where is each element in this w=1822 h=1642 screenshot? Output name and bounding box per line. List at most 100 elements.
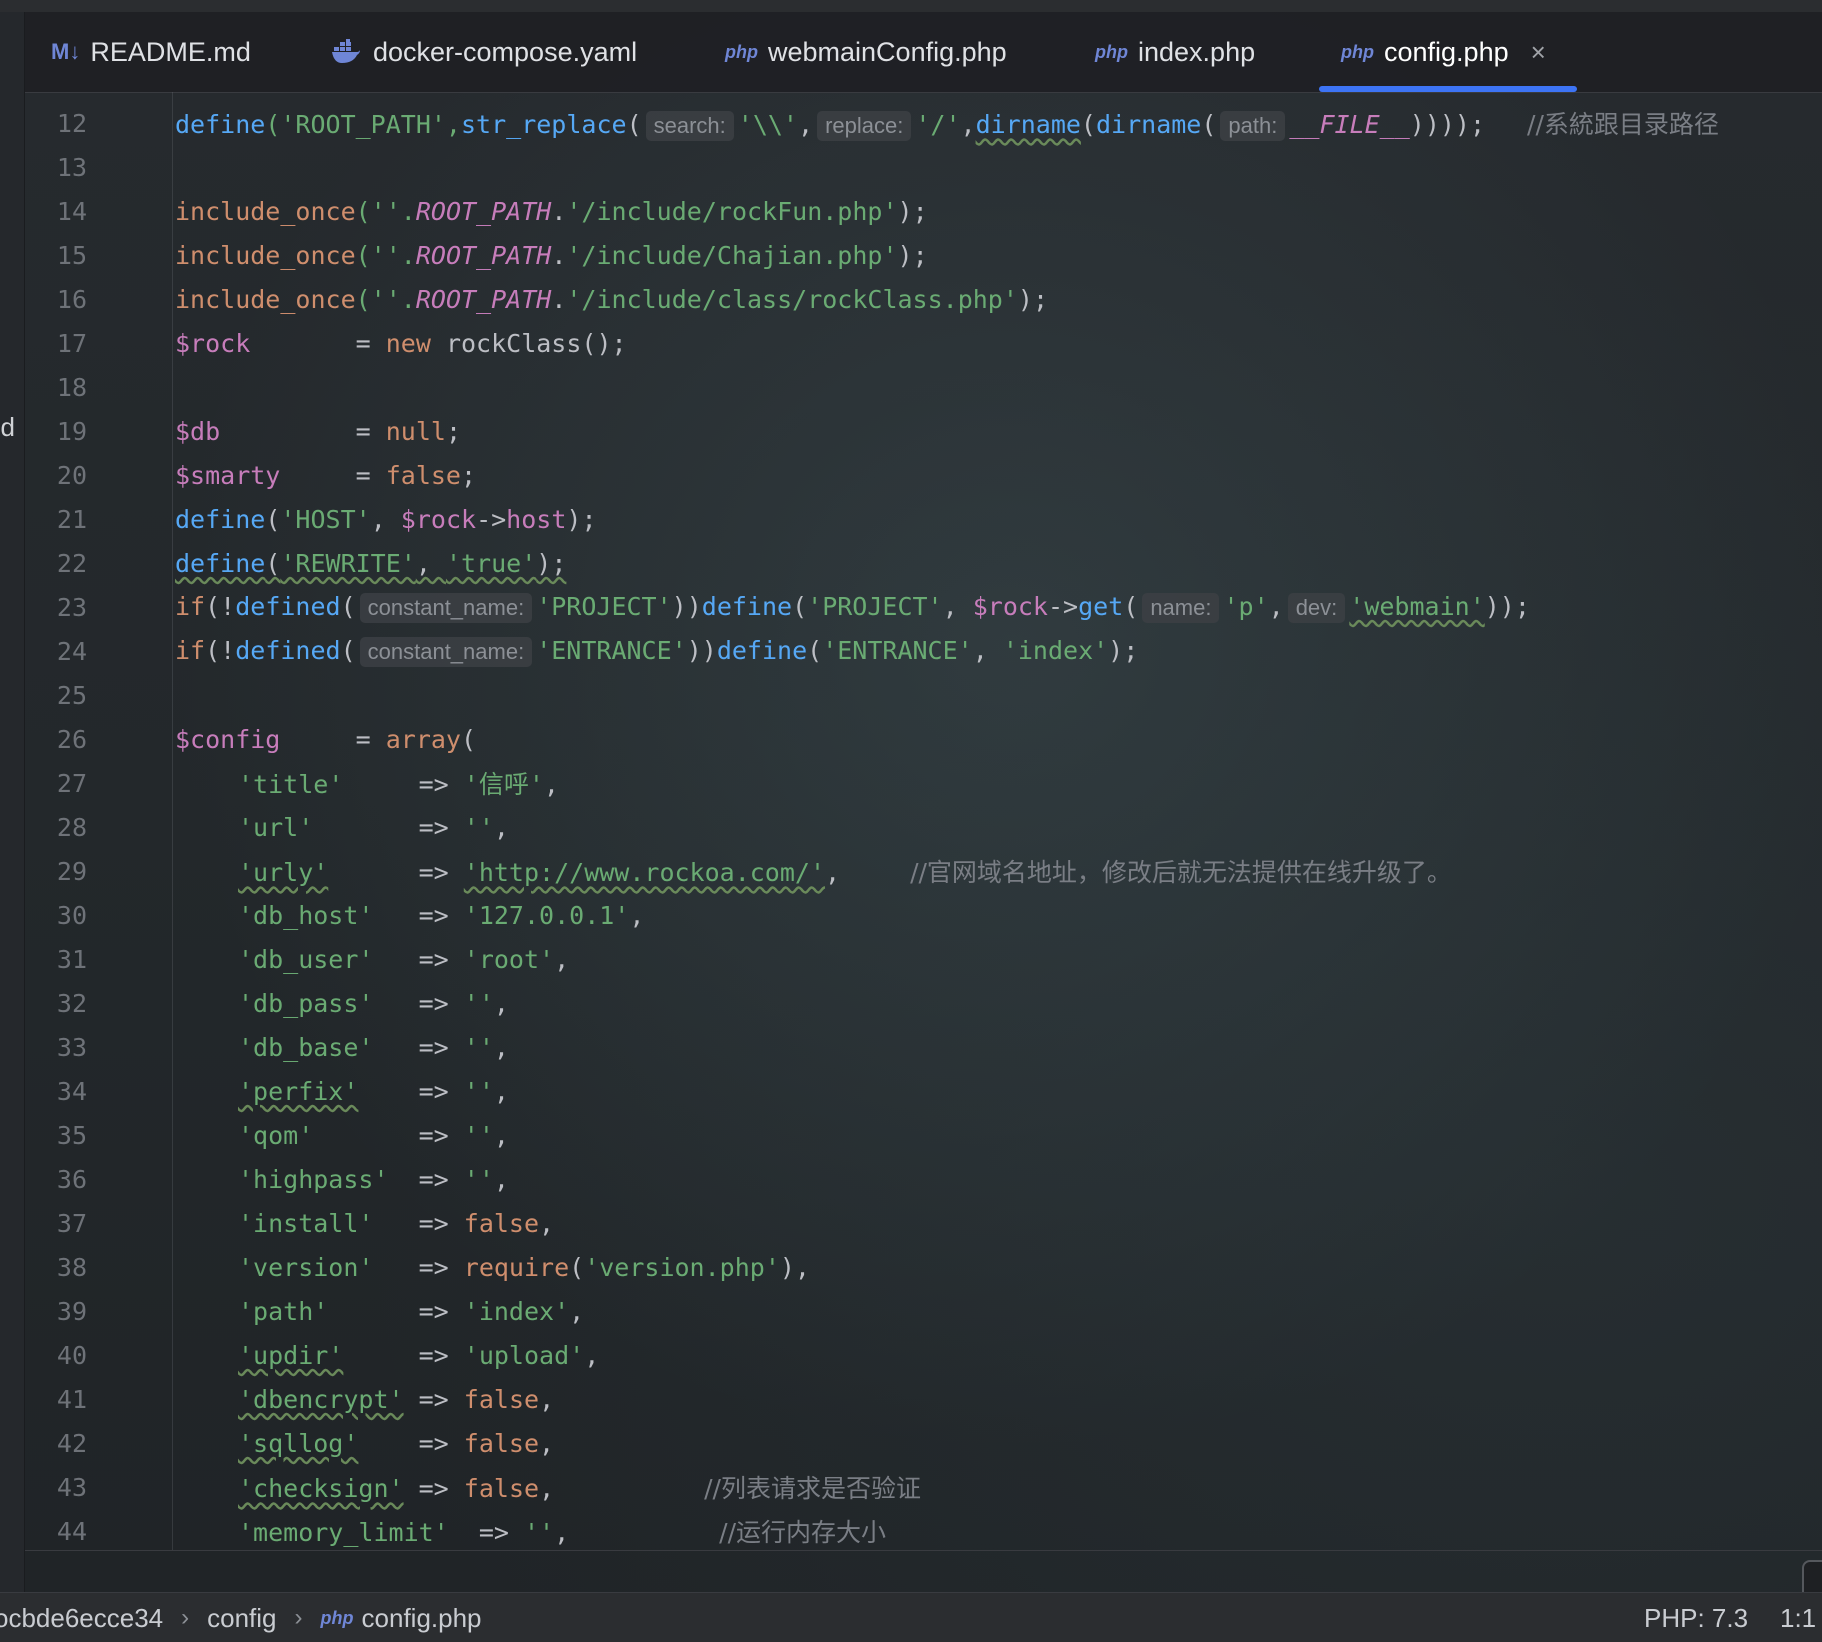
code-line[interactable]: 34 'perfix' => '', [25,1069,1822,1113]
tab-index[interactable]: php index.php [1095,12,1255,92]
code-line[interactable]: 19 $db = null; [25,409,1822,453]
line-number: 21 [56,504,87,534]
code-line[interactable]: 28 'url' => '', [25,805,1822,849]
line-number: 14 [56,196,87,226]
editor-bottom-divider [25,1550,1822,1551]
breadcrumb-item-file[interactable]: config.php [362,1603,482,1634]
line-number: 28 [56,812,87,842]
tab-label: docker-compose.yaml [373,36,638,67]
code-line[interactable]: 15 include_once(''.ROOT_PATH.'/include/C… [25,233,1822,277]
code-line[interactable]: 12 define('ROOT_PATH',str_replace(search… [25,101,1822,145]
left-tool-strip: od [0,12,25,1592]
line-text: 'version' => require('version.php'), [238,1252,810,1282]
breadcrumb-item-hash[interactable]: ocbde6ecce34 [0,1603,163,1634]
code-line[interactable]: 17 $rock = new rockClass(); [25,321,1822,365]
line-number: 22 [56,548,87,578]
param-hint: replace: [817,111,912,141]
line-text: 'db_user' => 'root', [238,944,570,974]
tab-docker-compose[interactable]: docker-compose.yaml [331,12,637,92]
code-line[interactable]: 25 [25,673,1822,717]
line-text: 'title' => '信呼', [238,770,559,799]
markdown-icon: M↓ [51,39,81,64]
code-line[interactable]: 24 if(!defined(constant_name: 'ENTRANCE')… [25,629,1822,673]
line-text: $config = array( [175,724,477,754]
code-line[interactable]: 40 'updir' => 'upload', [25,1333,1822,1377]
code-line[interactable]: 22 define('REWRITE', 'true'); [25,541,1822,585]
line-number: 23 [56,592,87,622]
code-line[interactable]: 41 'dbencrypt' => false, [25,1377,1822,1421]
line-number: 16 [56,284,87,314]
line-number: 36 [56,1164,87,1194]
code-line[interactable]: 30 'db_host' => '127.0.0.1', [25,893,1822,937]
code-line[interactable]: 44 'memory_limit' => '',//运行内存大小 [25,1509,1822,1550]
code-line[interactable]: 36 'highpass' => '', [25,1157,1822,1201]
code-line[interactable]: 37 'install' => false, [25,1201,1822,1245]
cursor-position-widget[interactable]: 1:1 [1780,1593,1816,1642]
code-line[interactable]: 29 'urly' => 'http://www.rockoa.com/',//… [25,849,1822,893]
code-line[interactable]: 32 'db_pass' => '', [25,981,1822,1025]
php-file-icon: php [1095,41,1128,62]
line-text: 'qom' => '', [238,1120,509,1150]
line-number: 32 [56,988,87,1018]
tab-config-active[interactable]: php config.php × [1341,12,1546,92]
param-hint: path: [1220,111,1286,141]
code-line[interactable]: 31 'db_user' => 'root', [25,937,1822,981]
php-version-widget[interactable]: PHP: 7.3 [1644,1593,1748,1642]
line-text: 'updir' => 'upload', [238,1340,600,1370]
line-text: define('HOST', $rock->host); [175,504,597,534]
line-text: 'install' => false, [238,1208,555,1238]
line-text: $rock = new rockClass(); [175,328,627,358]
tab-label: index.php [1138,36,1256,67]
cursor-position-label: 1:1 [1780,1602,1817,1633]
code-line[interactable]: 33 'db_base' => '', [25,1025,1822,1069]
tab-webmainconfig[interactable]: php webmainConfig.php [725,12,1007,92]
line-number: 37 [56,1208,87,1238]
line-number: 12 [56,108,87,138]
line-text: if(!defined(constant_name: 'PROJECT'))def… [175,591,1530,623]
php-file-icon: php [725,41,758,62]
line-number: 35 [56,1120,87,1150]
line-text: 'dbencrypt' => false, [238,1384,555,1414]
line-number: 43 [56,1472,87,1502]
line-number: 33 [56,1032,87,1062]
line-number: 17 [56,328,87,358]
code-line[interactable]: 43 'checksign' => false,//列表请求是否验证 [25,1465,1822,1509]
code-line[interactable]: 42 'sqllog' => false, [25,1421,1822,1465]
code-line[interactable]: 21 define('HOST', $rock->host); [25,497,1822,541]
editor-pane[interactable]: M↓ README.md docker-compose.yaml php web… [25,12,1822,1592]
line-text: 'db_pass' => '', [238,988,509,1018]
status-bar: ocbde6ecce34 › config › php config.php P… [0,1592,1822,1642]
line-number: 38 [56,1252,87,1282]
code-line[interactable]: 39 'path' => 'index', [25,1289,1822,1333]
code-area[interactable]: 12 define('ROOT_PATH',str_replace(search… [25,92,1822,1550]
breadcrumb-item-config[interactable]: config [207,1603,276,1634]
code-line[interactable]: 13 [25,145,1822,189]
close-tab-icon[interactable]: × [1531,37,1546,68]
code-line[interactable]: 16 include_once(''.ROOT_PATH.'/include/c… [25,277,1822,321]
code-line[interactable]: 14 include_once(''.ROOT_PATH.'/include/r… [25,189,1822,233]
clipped-sidebar-text: od [0,412,15,442]
param-hint: dev: [1287,592,1346,623]
code-line[interactable]: 26 $config = array( [25,717,1822,761]
line-text: 'url' => '', [238,812,509,842]
code-line[interactable]: 35 'qom' => '', [25,1113,1822,1157]
php-file-icon: php [320,1607,354,1628]
line-number: 29 [56,856,87,886]
tab-readme[interactable]: M↓ README.md [51,12,251,92]
line-number: 27 [56,768,87,798]
line-number: 13 [56,152,87,182]
line-number: 34 [56,1076,87,1106]
line-number: 42 [56,1428,87,1458]
breadcrumb: ocbde6ecce34 › config › php config.php [0,1593,482,1642]
code-line[interactable]: 20 $smarty = false; [25,453,1822,497]
line-number: 15 [56,240,87,270]
code-line[interactable]: 18 [25,365,1822,409]
code-line[interactable]: 27 'title' => '信呼', [25,761,1822,805]
line-number: 31 [56,944,87,974]
line-number: 44 [56,1516,87,1546]
code-line[interactable]: 38 'version' => require('version.php'), [25,1245,1822,1289]
line-text: include_once(''.ROOT_PATH.'/include/Chaj… [175,240,928,270]
code-line[interactable]: 23 if(!defined(constant_name: 'PROJECT'))… [25,585,1822,629]
line-text: if(!defined(constant_name: 'ENTRANCE'))de… [175,635,1139,667]
param-hint: name: [1142,592,1220,623]
